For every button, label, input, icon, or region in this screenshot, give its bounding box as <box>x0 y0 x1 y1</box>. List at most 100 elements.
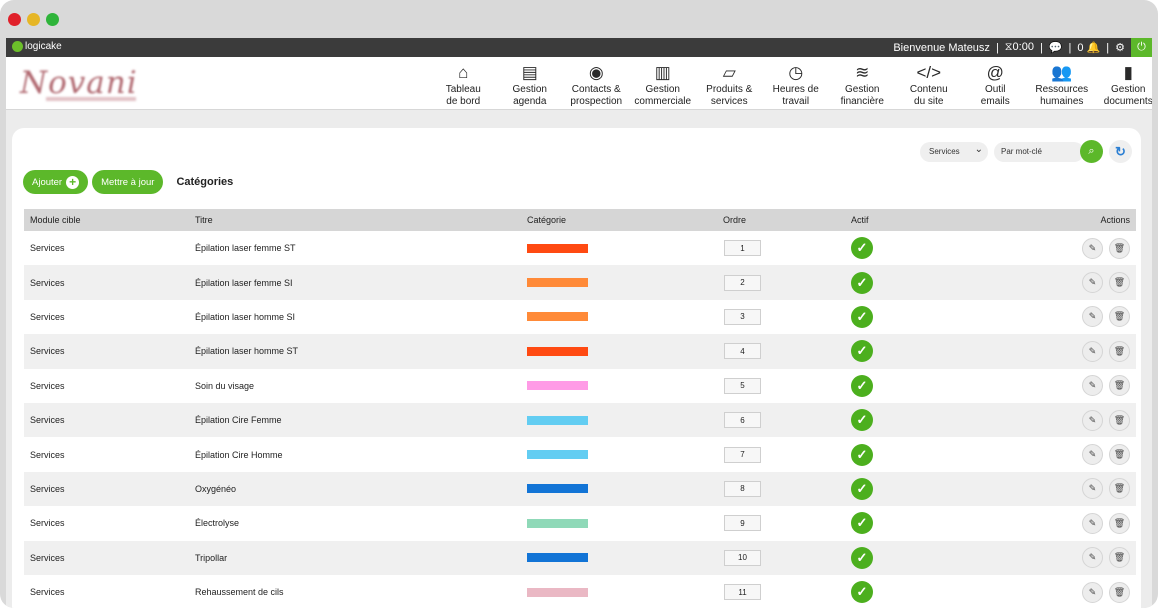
nav-item-label: Contacts & prospection <box>570 84 623 107</box>
cell-actions: ✎ 🗑 <box>1082 512 1130 534</box>
gears-icon[interactable]: ⚙ <box>1115 41 1125 54</box>
main-content: Services ⌕ ↻ Ajouter + Mettre à jour Cat… <box>12 128 1141 608</box>
nav-item-label: Gestion documents <box>1103 84 1152 107</box>
edit-button[interactable]: ✎ <box>1082 306 1103 328</box>
delete-button[interactable]: 🗑 <box>1109 375 1130 397</box>
nav-item-clock[interactable]: ◷ Heures de travail <box>763 57 830 110</box>
active-check-icon[interactable]: ✓ <box>851 443 873 466</box>
delete-button[interactable]: 🗑 <box>1109 547 1130 569</box>
active-check-icon[interactable]: ✓ <box>851 271 873 294</box>
active-check-icon[interactable]: ✓ <box>851 512 873 535</box>
table-row: Services Épilation Cire Homme 7 ✓ ✎ 🗑 <box>24 437 1136 472</box>
order-input[interactable]: 9 <box>724 515 761 532</box>
nav-item-agenda[interactable]: ▤ Gestion agenda <box>497 57 564 110</box>
order-input[interactable]: 2 <box>724 274 761 291</box>
order-input[interactable]: 7 <box>724 446 761 463</box>
nav-item-file[interactable]: ▮ Gestion documents <box>1095 57 1152 110</box>
nav-item-at[interactable]: @ Outil emails <box>962 57 1029 110</box>
cell-title: Épilation Cire Homme <box>195 449 283 460</box>
chat-icon[interactable]: 💬 <box>1049 41 1063 54</box>
power-icon[interactable]: ⏻ <box>1131 38 1152 57</box>
delete-button[interactable]: 🗑 <box>1109 581 1130 603</box>
add-button[interactable]: Ajouter + <box>23 170 89 194</box>
trash-icon: 🗑 <box>1113 483 1126 494</box>
edit-icon: ✎ <box>1088 345 1097 356</box>
cell-actions: ✎ 🗑 <box>1082 547 1130 569</box>
update-button[interactable]: Mettre à jour <box>92 170 164 194</box>
delete-button[interactable]: 🗑 <box>1109 512 1130 534</box>
order-input[interactable]: 3 <box>724 308 761 325</box>
edit-button[interactable]: ✎ <box>1082 340 1103 362</box>
nav-item-products[interactable]: ▱ Produits & services <box>696 57 763 110</box>
edit-button[interactable]: ✎ <box>1082 547 1103 569</box>
refresh-button[interactable]: ↻ <box>1109 140 1132 163</box>
module-select[interactable]: Services <box>920 141 988 162</box>
edit-icon: ✎ <box>1088 483 1097 494</box>
active-check-icon[interactable]: ✓ <box>851 237 873 260</box>
nav-item-document[interactable]: ▥ Gestion commerciale <box>630 57 697 110</box>
minimize-window-button[interactable] <box>27 13 40 26</box>
nav-item-label: Produits & services <box>706 84 753 107</box>
logicake-logo-text: logicake <box>25 41 62 52</box>
nav-item-coins[interactable]: ≋ Gestion financière <box>829 57 896 110</box>
edit-button[interactable]: ✎ <box>1082 375 1103 397</box>
delete-button[interactable]: 🗑 <box>1109 306 1130 328</box>
order-input[interactable]: 10 <box>724 549 761 566</box>
edit-button[interactable]: ✎ <box>1082 409 1103 431</box>
cell-category <box>527 484 588 494</box>
plus-icon: + <box>66 175 80 189</box>
nav-item-code[interactable]: </> Contenu du site <box>896 57 963 110</box>
delete-button[interactable]: 🗑 <box>1109 340 1130 362</box>
delete-button[interactable]: 🗑 <box>1109 444 1130 466</box>
keyword-search-input[interactable] <box>994 141 1084 162</box>
column-header-active[interactable]: Actif <box>851 215 869 225</box>
cell-active: ✓ <box>851 512 873 535</box>
column-header-module[interactable]: Module cible <box>30 215 81 225</box>
cell-title: Soin du visage <box>195 380 255 391</box>
delete-button[interactable]: 🗑 <box>1109 237 1130 259</box>
timer[interactable]: ⧖0:00 <box>1005 41 1034 54</box>
order-input[interactable]: 6 <box>724 412 761 429</box>
close-window-button[interactable] <box>8 13 21 26</box>
target-icon: ◉ <box>588 62 604 82</box>
brand-logo[interactable]: Novani <box>20 65 138 101</box>
maximize-window-button[interactable] <box>46 13 59 26</box>
column-header-order[interactable]: Ordre <box>723 215 746 225</box>
trash-icon: 🗑 <box>1113 277 1126 288</box>
search-button[interactable]: ⌕ <box>1080 140 1103 163</box>
active-check-icon[interactable]: ✓ <box>851 340 873 363</box>
order-input[interactable]: 11 <box>724 584 761 601</box>
cell-active: ✓ <box>851 409 873 432</box>
edit-button[interactable]: ✎ <box>1082 478 1103 500</box>
order-input[interactable]: 1 <box>724 240 761 257</box>
active-check-icon[interactable]: ✓ <box>851 581 873 604</box>
edit-button[interactable]: ✎ <box>1082 444 1103 466</box>
window-titlebar <box>0 0 1158 38</box>
order-input[interactable]: 5 <box>724 377 761 394</box>
edit-button[interactable]: ✎ <box>1082 512 1103 534</box>
nav-item-users[interactable]: 👥 Ressources humaines <box>1029 57 1096 110</box>
column-header-category[interactable]: Catégorie <box>527 215 566 225</box>
order-input[interactable]: 4 <box>724 343 761 360</box>
cell-category <box>527 278 588 288</box>
active-check-icon[interactable]: ✓ <box>851 374 873 397</box>
active-check-icon[interactable]: ✓ <box>851 546 873 569</box>
cell-active: ✓ <box>851 546 873 569</box>
edit-button[interactable]: ✎ <box>1082 581 1103 603</box>
nav-item-target[interactable]: ◉ Contacts & prospection <box>563 57 630 110</box>
top-bar: logicake Bienvenue Mateusz | ⧖0:00 | 💬 |… <box>6 38 1152 57</box>
notifications[interactable]: 0 🔔 <box>1077 41 1100 54</box>
delete-button[interactable]: 🗑 <box>1109 478 1130 500</box>
active-check-icon[interactable]: ✓ <box>851 477 873 500</box>
edit-button[interactable]: ✎ <box>1082 272 1103 294</box>
edit-button[interactable]: ✎ <box>1082 237 1103 259</box>
active-check-icon[interactable]: ✓ <box>851 305 873 328</box>
table-row: Services Épilation laser homme ST 4 ✓ ✎ 🗑 <box>24 334 1136 369</box>
delete-button[interactable]: 🗑 <box>1109 272 1130 294</box>
cell-active: ✓ <box>851 477 873 500</box>
active-check-icon[interactable]: ✓ <box>851 409 873 432</box>
column-header-title[interactable]: Titre <box>195 215 213 225</box>
order-input[interactable]: 8 <box>724 480 761 497</box>
nav-item-home[interactable]: ⌂ Tableau de bord <box>430 57 497 110</box>
delete-button[interactable]: 🗑 <box>1109 409 1130 431</box>
